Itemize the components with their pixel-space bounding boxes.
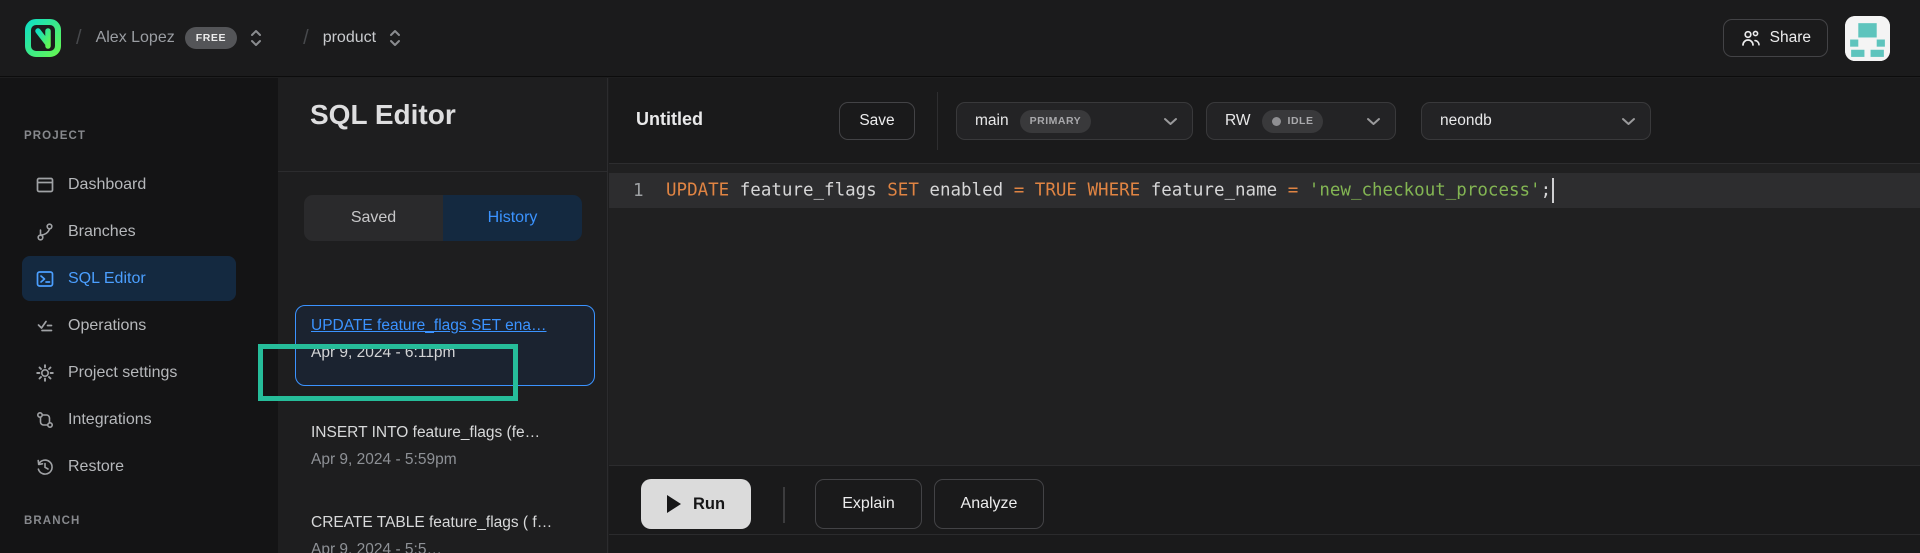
sql-token: UPDATE <box>666 181 729 201</box>
status-dot-icon <box>1272 117 1281 126</box>
sql-token: feature_name <box>1140 181 1288 201</box>
panel-title: SQL Editor <box>310 99 456 131</box>
project-section-label: PROJECT <box>24 130 86 142</box>
neon-logo-icon[interactable] <box>24 18 62 58</box>
editor-pane: Untitled Save main PRIMARY RW IDLE <box>609 78 1920 553</box>
history-item[interactable]: CREATE TABLE feature_flags ( f… Apr 9, 2… <box>311 514 601 553</box>
sql-editor-panel: SQL Editor Saved History UPDATE feature_… <box>278 78 608 553</box>
history-item[interactable]: INSERT INTO feature_flags (fe… Apr 9, 20… <box>311 424 601 469</box>
branch-select-value: main <box>975 112 1009 130</box>
sidebar-item-operations[interactable]: Operations <box>22 303 236 348</box>
sidebar-item-branches[interactable]: Branches <box>22 209 236 254</box>
sidebar-item-label: Project settings <box>68 364 177 382</box>
sql-token: TRUE <box>1035 181 1077 201</box>
sidebar-nav: Dashboard Branches SQL Editor <box>22 162 236 491</box>
primary-badge: PRIMARY <box>1020 110 1092 133</box>
text-cursor <box>1552 178 1554 203</box>
query-tab-title: Untitled <box>636 109 703 130</box>
chevron-down-icon <box>1366 117 1381 126</box>
neon-console-app: / Alex Lopez FREE / product Share <box>0 0 1920 553</box>
history-item-selected[interactable]: UPDATE feature_flags SET ena… Apr 9, 202… <box>295 305 595 386</box>
sql-token: = <box>1014 181 1025 201</box>
results-panel-divider <box>609 534 1920 535</box>
idle-status-badge: IDLE <box>1262 110 1324 133</box>
sidebar-item-label: SQL Editor <box>68 270 146 288</box>
database-select[interactable]: neondb <box>1421 102 1651 140</box>
idle-status-label: IDLE <box>1288 115 1314 127</box>
history-query-link[interactable]: UPDATE feature_flags SET ena… <box>311 317 579 335</box>
sidebar-item-label: Dashboard <box>68 176 146 194</box>
org-name[interactable]: Alex Lopez <box>96 29 175 47</box>
project-switcher-icon[interactable] <box>388 28 402 48</box>
sidebar-item-label: Restore <box>68 458 124 476</box>
run-button[interactable]: Run <box>641 479 751 529</box>
sidebar-item-sql-editor[interactable]: SQL Editor <box>22 256 236 301</box>
top-bar: / Alex Lopez FREE / product Share <box>0 0 1920 77</box>
users-icon <box>1740 28 1761 48</box>
org-switcher-icon[interactable] <box>249 28 263 48</box>
history-date: Apr 9, 2024 - 5:59pm <box>311 451 601 469</box>
sidebar-item-label: Branches <box>68 223 136 241</box>
chevron-down-icon <box>1621 117 1636 126</box>
breadcrumb-separator: / <box>76 27 82 50</box>
tab-saved[interactable]: Saved <box>304 195 443 241</box>
header-divider <box>937 92 938 150</box>
line-number: 1 <box>633 181 644 201</box>
history-date: Apr 9, 2024 - 5:5… <box>311 541 601 553</box>
dashboard-icon <box>35 175 55 195</box>
code-line-active[interactable]: 1 UPDATE feature_flags SET enabled = TRU… <box>609 173 1920 208</box>
sql-token: WHERE <box>1088 181 1141 201</box>
sidebar-item-restore[interactable]: Restore <box>22 444 236 489</box>
sql-token <box>1024 181 1035 201</box>
sql-token <box>1298 181 1309 201</box>
compute-select-value: RW <box>1225 112 1251 130</box>
tab-history[interactable]: History <box>443 195 582 241</box>
action-bar-divider <box>783 487 785 523</box>
sidebar-item-project-settings[interactable]: Project settings <box>22 350 236 395</box>
branch-section-label: BRANCH <box>24 515 80 527</box>
sql-token: = <box>1288 181 1299 201</box>
analyze-button[interactable]: Analyze <box>934 479 1044 529</box>
chevron-down-icon <box>1163 117 1178 126</box>
database-select-value: neondb <box>1440 112 1492 130</box>
sidebar: PROJECT Dashboard Branches <box>0 78 278 553</box>
explain-button[interactable]: Explain <box>815 479 922 529</box>
sidebar-item-label: Operations <box>68 317 146 335</box>
sql-editor-icon <box>35 269 55 289</box>
history-query: INSERT INTO feature_flags (fe… <box>311 424 601 442</box>
sql-code[interactable]: UPDATE feature_flags SET enabled = TRUE … <box>666 178 1554 203</box>
share-button[interactable]: Share <box>1723 19 1828 57</box>
share-label: Share <box>1770 29 1811 47</box>
sql-token: enabled <box>919 181 1014 201</box>
saved-history-tabs: Saved History <box>304 195 582 241</box>
history-query: CREATE TABLE feature_flags ( f… <box>311 514 601 532</box>
sidebar-item-label: Integrations <box>68 411 152 429</box>
branch-select[interactable]: main PRIMARY <box>956 102 1193 140</box>
settings-gear-icon <box>35 363 55 383</box>
sql-token: SET <box>887 181 919 201</box>
editor-header: Untitled Save main PRIMARY RW IDLE <box>609 78 1920 164</box>
play-icon <box>667 495 681 513</box>
breadcrumb-separator: / <box>303 27 309 50</box>
history-date: Apr 9, 2024 - 6:11pm <box>311 344 579 362</box>
sql-token <box>1077 181 1088 201</box>
plan-badge: FREE <box>185 27 237 49</box>
run-label: Run <box>693 495 725 514</box>
integrations-icon <box>35 410 55 430</box>
sidebar-item-dashboard[interactable]: Dashboard <box>22 162 236 207</box>
branches-icon <box>35 222 55 242</box>
save-button[interactable]: Save <box>839 102 915 140</box>
restore-clock-icon <box>35 457 55 477</box>
sidebar-item-integrations[interactable]: Integrations <box>22 397 236 442</box>
project-name[interactable]: product <box>323 29 376 47</box>
sql-token: ; <box>1541 181 1552 201</box>
sql-token: 'new_checkout_process' <box>1309 181 1541 201</box>
user-avatar[interactable] <box>1845 16 1890 61</box>
sql-token: feature_flags <box>729 181 887 201</box>
panel-divider <box>278 171 607 172</box>
operations-icon <box>35 316 55 336</box>
compute-select[interactable]: RW IDLE <box>1206 102 1396 140</box>
editor-action-bar: Run Explain Analyze <box>609 465 1920 553</box>
